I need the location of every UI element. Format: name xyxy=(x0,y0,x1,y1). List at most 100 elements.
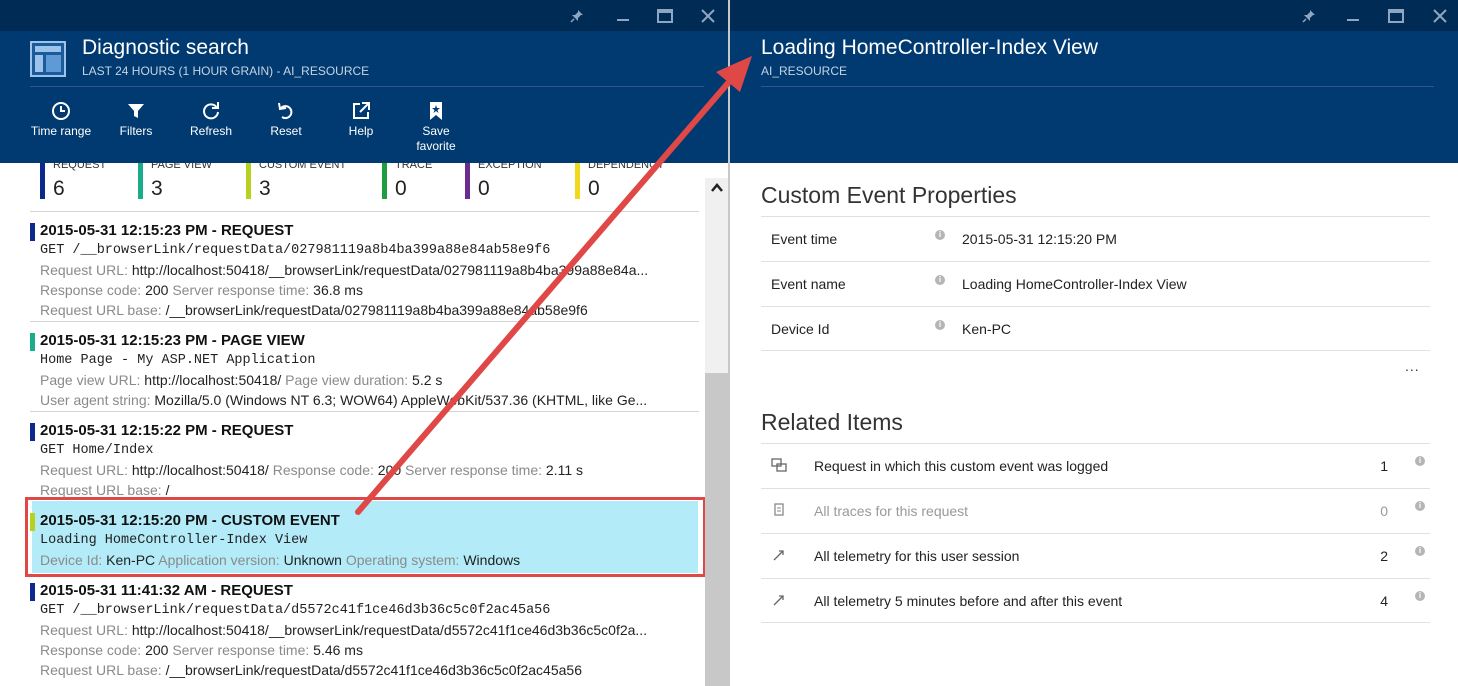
refresh-icon xyxy=(203,102,219,120)
result-line: Home Page - My ASP.NET Application xyxy=(40,353,316,368)
refresh-button[interactable]: Refresh xyxy=(176,101,246,139)
related-item-count: 0 xyxy=(1380,503,1388,519)
scroll-up-icon[interactable] xyxy=(708,181,725,197)
result-title: 2015-05-31 12:15:22 PM - REQUEST xyxy=(40,422,294,439)
result-type-bar xyxy=(30,583,35,601)
property-value: Ken-PC xyxy=(962,321,1012,337)
info-icon[interactable]: i xyxy=(935,320,945,330)
info-icon[interactable]: i xyxy=(1415,456,1425,466)
property-key: Event time xyxy=(771,231,838,247)
result-line: Request URL: http://localhost:50418/ Res… xyxy=(40,462,685,478)
info-icon[interactable]: i xyxy=(1415,501,1425,511)
result-value: http://localhost:50418/__browserLink/req… xyxy=(131,622,648,638)
result-line: Request URL: http://localhost:50418/__br… xyxy=(40,262,685,278)
maximize-icon[interactable] xyxy=(1385,5,1407,27)
related-item-traces[interactable]: All traces for this request 0 i xyxy=(761,488,1430,533)
result-line: GET /__browserLink/requestData/d5572c41f… xyxy=(40,603,551,618)
search-result-page-view[interactable]: 2015-05-31 12:15:23 PM - PAGE VIEW Home … xyxy=(30,332,699,412)
related-item-five-minutes[interactable]: All telemetry 5 minutes before and after… xyxy=(761,578,1430,623)
related-item-request[interactable]: Request in which this custom event was l… xyxy=(761,443,1430,488)
pin-icon[interactable] xyxy=(566,5,588,27)
tile-count: 0 xyxy=(588,177,600,200)
selection-annotation-box xyxy=(25,497,706,577)
tile-label: CUSTOM EVENT xyxy=(259,163,347,171)
time-range-button[interactable]: Time range xyxy=(26,101,96,139)
result-value: http://localhost:50418/ xyxy=(131,462,269,478)
close-icon[interactable] xyxy=(1429,5,1451,27)
info-icon[interactable]: i xyxy=(1415,591,1425,601)
related-item-label: All telemetry 5 minutes before and after… xyxy=(814,593,1123,609)
blade-title: Loading HomeController-Index View xyxy=(761,36,1098,59)
blade-subtitle: LAST 24 HOURS (1 HOUR GRAIN) - AI_RESOUR… xyxy=(82,64,370,78)
results-scrollbar[interactable] xyxy=(705,178,728,686)
result-title: 2015-05-31 11:41:32 AM - REQUEST xyxy=(40,582,293,599)
scrollbar-thumb[interactable] xyxy=(705,373,728,686)
close-icon[interactable] xyxy=(697,5,719,27)
more-properties-button[interactable]: ... xyxy=(1405,358,1420,374)
result-line: GET Home/Index xyxy=(40,443,154,458)
result-type-bar xyxy=(30,223,35,241)
search-result-request[interactable]: 2015-05-31 12:15:22 PM - REQUEST GET Hom… xyxy=(30,422,699,502)
result-value: 5.2 s xyxy=(412,372,443,388)
result-value: http://localhost:50418/ xyxy=(144,372,282,388)
tile-label: EXCEPTION xyxy=(478,163,542,171)
pin-icon[interactable] xyxy=(1298,5,1320,27)
property-row-event-time: Event time i 2015-05-31 12:15:20 PM xyxy=(761,216,1430,261)
search-result-request[interactable]: 2015-05-31 12:15:23 PM - REQUEST GET /__… xyxy=(30,222,699,318)
property-key: Event name xyxy=(771,276,846,292)
related-items-title: Related Items xyxy=(761,409,903,435)
filters-button[interactable]: Filters xyxy=(101,101,171,139)
refresh-label: Refresh xyxy=(189,124,233,138)
document-icon xyxy=(771,502,787,518)
right-titlebar xyxy=(730,0,1458,31)
result-value: 5.46 ms xyxy=(313,642,363,658)
property-value: 2015-05-31 12:15:20 PM xyxy=(962,231,1117,247)
tiles-divider xyxy=(30,211,699,212)
result-key: Request URL base: xyxy=(40,302,166,318)
related-item-label: All traces for this request xyxy=(814,503,969,519)
request-link-icon xyxy=(771,457,787,473)
maximize-icon[interactable] xyxy=(654,5,676,27)
minimize-icon[interactable] xyxy=(612,5,634,27)
blade-title: Diagnostic search xyxy=(82,36,249,59)
left-blade-header: Diagnostic search LAST 24 HOURS (1 HOUR … xyxy=(0,31,728,163)
related-item-label: Request in which this custom event was l… xyxy=(814,458,1109,474)
result-line: Request URL base: /__browserLink/request… xyxy=(40,302,685,318)
result-line: Response code: 200 Server response time:… xyxy=(40,642,685,658)
result-key: User agent string: xyxy=(40,392,155,408)
help-button[interactable]: Help xyxy=(326,101,396,139)
minimize-icon[interactable] xyxy=(1342,5,1364,27)
result-key: Response code: xyxy=(40,282,146,298)
result-key: Page view duration: xyxy=(281,372,413,388)
info-icon[interactable]: i xyxy=(1415,546,1425,556)
custom-event-properties-title: Custom Event Properties xyxy=(761,182,1017,208)
result-type-bar xyxy=(30,423,35,441)
tile-count: 3 xyxy=(259,177,271,200)
result-value: /__browserLink/requestData/d5572c41f1ce4… xyxy=(165,662,582,678)
search-result-request[interactable]: 2015-05-31 11:41:32 AM - REQUEST GET /__… xyxy=(30,582,699,682)
result-key: Request URL: xyxy=(40,262,132,278)
result-line: Request URL base: / xyxy=(40,482,685,497)
reset-button[interactable]: Reset xyxy=(251,101,321,139)
save-favorite-button[interactable]: Save favorite xyxy=(401,101,471,154)
reset-label: Reset xyxy=(270,124,302,138)
external-link-icon xyxy=(353,102,370,119)
result-key: Page view URL: xyxy=(40,372,145,388)
result-value: /__browserLink/requestData/027981119a8b4… xyxy=(165,302,588,318)
help-label: Help xyxy=(348,124,374,138)
diagonal-arrow-icon xyxy=(771,592,787,608)
page-view-swatch xyxy=(138,163,143,199)
property-value: Loading HomeController-Index View xyxy=(962,276,1187,292)
tile-label: REQUEST xyxy=(53,163,107,171)
result-key: Response code: xyxy=(40,642,146,658)
result-value: 2.11 s xyxy=(545,462,583,478)
info-icon[interactable]: i xyxy=(935,275,945,285)
result-type-bar xyxy=(30,333,35,351)
property-key: Device Id xyxy=(771,321,830,337)
result-key: Server response time: xyxy=(401,462,546,478)
result-line: Request URL base: /__browserLink/request… xyxy=(40,662,685,678)
info-icon[interactable]: i xyxy=(935,230,945,240)
header-divider xyxy=(761,86,1434,87)
related-item-user-session[interactable]: All telemetry for this user session 2 i xyxy=(761,533,1430,578)
result-line: User agent string: Mozilla/5.0 (Windows … xyxy=(40,392,685,408)
